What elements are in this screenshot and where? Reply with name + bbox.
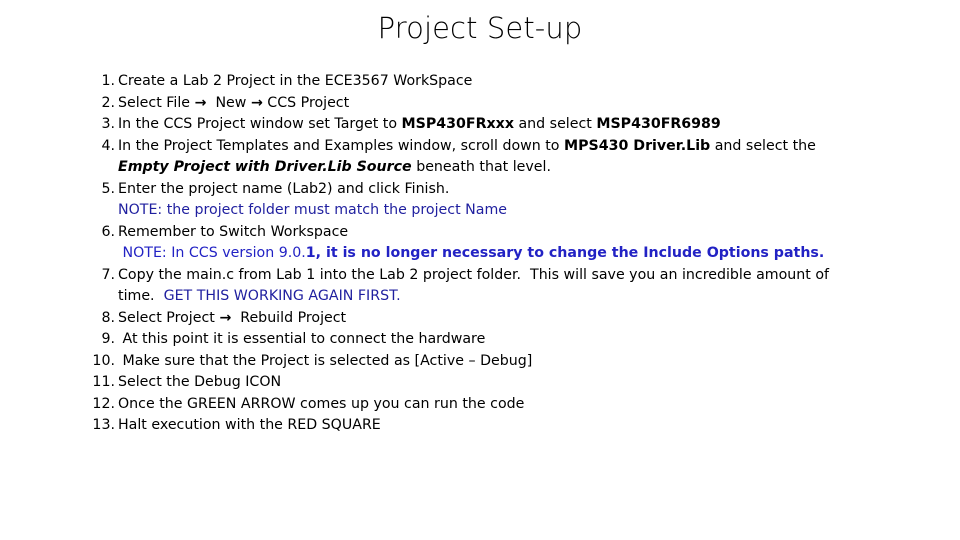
list-item-line: Create a Lab 2 Project in the ECE3567 Wo… [118, 73, 473, 89]
list-item: 2. Select File → New → CCS Project [85, 93, 885, 115]
list-item-body: In the Project Templates and Examples wi… [118, 136, 885, 179]
text-run: NOTE: In CCS version 9.0. [118, 245, 306, 261]
slide-canvas: Project Set-up 1. Create a Lab 2 Project… [0, 0, 960, 540]
list-item-body: Select File → New → CCS Project [118, 93, 885, 115]
list-item-body: Select Project → Rebuild Project [118, 308, 885, 330]
list-item-body: At this point it is essential to connect… [118, 329, 885, 351]
list-item-number: 8. [101, 309, 115, 326]
list-item: 4. In the Project Templates and Examples… [85, 136, 885, 179]
list-item-line: At this point it is essential to connect… [118, 331, 486, 347]
list-item-number: 11. [92, 374, 115, 390]
list-item: 9. At this point it is essential to conn… [85, 329, 885, 351]
list-item: 10. Make sure that the Project is select… [85, 351, 885, 373]
list-item-note: NOTE: the project folder must match the … [118, 202, 507, 218]
list-item: 7. Copy the main.c from Lab 1 into the L… [85, 265, 885, 308]
emphasis-run: MSP430FR6989 [596, 116, 721, 132]
list-item-number: 13. [92, 417, 115, 433]
page-title: Project Set-up [377, 11, 583, 45]
text-run: and select the [710, 137, 816, 154]
text-run: In the Project Templates and Examples wi… [118, 137, 564, 154]
list-item: 11. Select the Debug ICON [85, 372, 885, 394]
list-item-number: 7. [101, 266, 115, 283]
list-item-number: 9. [101, 331, 115, 347]
list-item-note: NOTE: In CCS version 9.0.1, it is no lon… [118, 243, 885, 265]
text-run: Select Project [118, 309, 220, 326]
list-item-body: Enter the project name (Lab2) and click … [118, 179, 885, 222]
list-item-line: Select File → New → CCS Project [118, 93, 885, 115]
list-item-line: time. GET THIS WORKING AGAIN FIRST. [118, 286, 885, 308]
arrow-right-icon: → [194, 94, 207, 111]
list-item-body: Remember to Switch Workspace NOTE: In CC… [118, 222, 885, 265]
list-item-number: 5. [101, 180, 115, 197]
list-item-line: Copy the main.c from Lab 1 into the Lab … [118, 266, 830, 283]
list-item-number: 6. [101, 223, 115, 240]
list-item-body: Copy the main.c from Lab 1 into the Lab … [118, 265, 885, 308]
list-item-line: Remember to Switch Workspace [118, 223, 349, 240]
list-item-line: In the Project Templates and Examples wi… [118, 136, 885, 158]
list-item-line: Halt execution with the RED SQUARE [118, 417, 381, 433]
emphasis-run: MPS430 Driver.Lib [564, 137, 711, 154]
list-item: 12. Once the GREEN ARROW comes up you ca… [85, 394, 885, 416]
list-item-number: 12. [92, 395, 115, 412]
list-item-line: Select the Debug ICON [118, 374, 282, 390]
list-item-line: Make sure that the Project is selected a… [118, 352, 533, 369]
list-item-note: GET THIS WORKING AGAIN FIRST. [163, 288, 401, 304]
list-item-line: Once the GREEN ARROW comes up you can ru… [118, 395, 525, 412]
list-item-body: Halt execution with the RED SQUARE [118, 415, 885, 437]
list-item-line: Enter the project name (Lab2) and click … [118, 180, 450, 197]
list-item-number: 2. [101, 94, 115, 111]
text-run: and select [513, 116, 597, 132]
list-item-body: Create a Lab 2 Project in the ECE3567 Wo… [118, 71, 885, 93]
text-run: time. [118, 288, 164, 304]
arrow-right-icon: → [219, 309, 232, 326]
list-item-number: 3. [101, 116, 115, 132]
list-item: 8. Select Project → Rebuild Project [85, 308, 885, 330]
list-item-line: In the CCS Project window set Target to … [118, 114, 885, 136]
list-item-body: Once the GREEN ARROW comes up you can ru… [118, 394, 885, 416]
list-item-number: 1. [101, 73, 115, 89]
list-item-number: 10. [92, 352, 115, 369]
list-item-body: In the CCS Project window set Target to … [118, 114, 885, 136]
text-run: Select File [118, 94, 195, 111]
text-run: In the CCS Project window set Target to [118, 116, 402, 132]
arrow-right-icon: → [250, 94, 263, 111]
text-run: New [206, 94, 251, 111]
list-item-line: Empty Project with Driver.Lib Source ben… [118, 157, 885, 179]
list-item: 3. In the CCS Project window set Target … [85, 114, 885, 136]
text-run: CCS Project [262, 94, 350, 111]
steps-list: 1. Create a Lab 2 Project in the ECE3567… [85, 71, 885, 437]
emphasis-run: MSP430FRxxx [401, 116, 514, 132]
list-item-line: Select Project → Rebuild Project [118, 308, 885, 330]
list-item: 13. Halt execution with the RED SQUARE [85, 415, 885, 437]
list-item: 6. Remember to Switch Workspace NOTE: In… [85, 222, 885, 265]
text-run: Rebuild Project [231, 309, 347, 326]
text-run: beneath that level. [411, 159, 551, 175]
emphasis-run: 1, it is no longer necessary to change t… [305, 245, 825, 261]
list-item-number: 4. [101, 137, 115, 154]
list-item: 1. Create a Lab 2 Project in the ECE3567… [85, 71, 885, 93]
list-item-body: Select the Debug ICON [118, 372, 885, 394]
list-item-body: Make sure that the Project is selected a… [118, 351, 885, 373]
list-item: 5. Enter the project name (Lab2) and cli… [85, 179, 885, 222]
emphasis-run: Empty Project with Driver.Lib Source [118, 159, 412, 175]
